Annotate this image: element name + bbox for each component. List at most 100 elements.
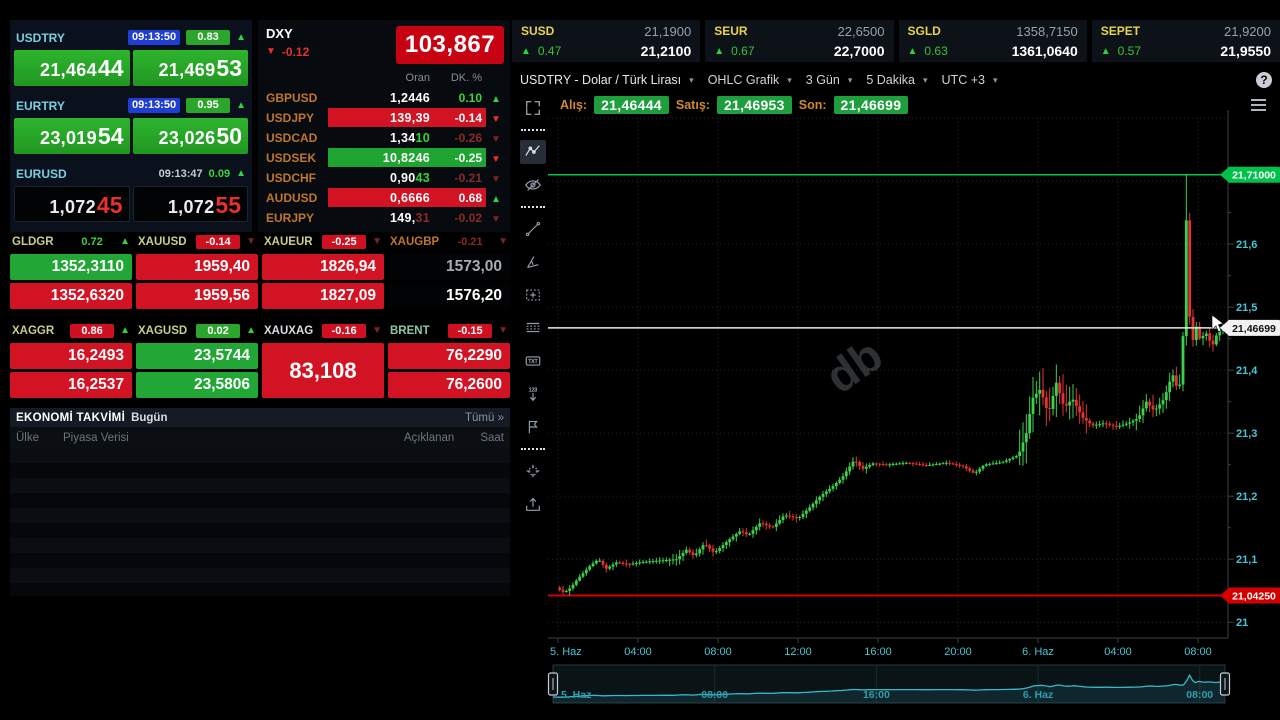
commodity-price-box[interactable]: 1959,56 xyxy=(136,283,258,309)
commodity-price-box[interactable]: 1352,6320 xyxy=(10,283,132,309)
x-axis-label: 08:00 xyxy=(704,646,732,658)
fx-change: -0.02 xyxy=(454,210,482,225)
quote-ask-box[interactable]: 1,072 55 xyxy=(132,186,248,222)
fx-change: -0.14 xyxy=(454,110,482,125)
commodity-change: 0.72 xyxy=(81,236,103,248)
dxy-rows: GBPUSD 1,2446 0.10 ▲ USDJPY 139,39 -0.14 ▼ USDCA… xyxy=(266,88,506,227)
commodity-brent[interactable]: BRENT -0.15 ▼ 76,2290 76,2600 xyxy=(388,323,510,398)
commodity-price-box[interactable]: 23,5806 xyxy=(136,372,258,398)
down-arrow-icon: ▼ xyxy=(372,325,382,336)
calendar-all-link[interactable]: Tümü » xyxy=(465,412,504,424)
up-arrow-icon: ▲ xyxy=(491,193,501,205)
navigator-label: 6. Haz xyxy=(1023,689,1053,701)
quote-change: 0.09 xyxy=(208,167,231,180)
up-arrow-icon: ▲ xyxy=(120,236,130,247)
fx-row-usdjpy[interactable]: USDJPY 139,39 -0.14 ▼ xyxy=(266,108,506,127)
quote-tile-eurtry[interactable]: EURTRY 09:13:50 0.95 ▲ 23,019 54 23,026 50 xyxy=(14,97,248,154)
commodity-price-box[interactable]: 1352,3110 xyxy=(10,254,132,280)
commodity-price-box[interactable]: 76,2600 xyxy=(388,372,510,398)
fx-rate: 10,8246 xyxy=(382,150,430,165)
commodity-xaugbp[interactable]: XAUGBP -0.21 ▼ 1573,00 1576,20 xyxy=(388,234,510,309)
commodity-price-box[interactable]: 1826,94 xyxy=(262,254,384,280)
commodity-price-box[interactable]: 1573,00 xyxy=(388,254,510,280)
up-arrow-icon: ▲ xyxy=(236,99,246,111)
navigator-label: 08:00 xyxy=(701,689,728,701)
commodity-xagusd[interactable]: XAGUSD 0.02 ▲ 23,5744 23,5806 xyxy=(136,323,258,398)
index-cell-sgld[interactable]: SGLD 1358,7150 ▲ 0.63 1361,0640 xyxy=(898,20,1087,62)
up-arrow-icon: ▲ xyxy=(236,167,246,179)
commodity-price-box[interactable]: 16,2493 xyxy=(10,343,132,369)
index-cell-seur[interactable]: SEUR 22,6500 ▲ 0.67 22,7000 xyxy=(705,20,894,62)
fx-row-usdsek[interactable]: USDSEK 10,8246 -0.25 ▼ xyxy=(266,148,506,167)
commodity-price-box[interactable]: 76,2290 xyxy=(388,343,510,369)
quote-bid-box[interactable]: 23,019 54 xyxy=(14,118,130,154)
quote-tile-eurusd[interactable]: EURUSD 09:13:47 0.09 ▲ 1,072 45 1,072 55 xyxy=(14,165,248,222)
commodity-price-box[interactable]: 1576,20 xyxy=(388,283,510,309)
commodity-label: BRENT xyxy=(390,325,430,337)
index-value: 1361,0640 xyxy=(1011,43,1078,59)
column-dk: DK. % xyxy=(450,72,482,84)
commodity-price-box[interactable]: 16,2537 xyxy=(10,372,132,398)
index-label: SUSD xyxy=(521,24,555,38)
index-cell-susd[interactable]: SUSD 21,1900 ▲ 0.47 21,2100 xyxy=(512,20,701,62)
quote-bid-box[interactable]: 21,464 44 xyxy=(14,50,130,86)
dxy-column-headers: Oran DK. % xyxy=(266,70,506,86)
fx-row-usdchf[interactable]: USDCHF 0,9043 -0.21 ▼ xyxy=(266,168,506,187)
fx-row-usdcad[interactable]: USDCAD 1,3410 -0.26 ▼ xyxy=(266,128,506,147)
fx-row-eurjpy[interactable]: EURJPY 149,31 -0.02 ▼ xyxy=(266,208,506,227)
quote-ask-box[interactable]: 23,026 50 xyxy=(132,118,248,154)
quote-time: 09:13:50 xyxy=(128,98,181,113)
fx-pair-label: USDCAD xyxy=(266,130,318,145)
x-axis-label: 12:00 xyxy=(784,646,812,658)
quote-tile-usdtry[interactable]: USDTRY 09:13:50 0.83 ▲ 21,464 44 21,469 53 xyxy=(14,29,248,86)
col-actual: Açıklanan xyxy=(403,431,455,444)
fx-change: -0.25 xyxy=(454,150,482,165)
price-chart[interactable]: db 21,6 21,5 21,4 21,3 21,2 21,1 21 5. Haz 04:00 0… xyxy=(510,65,1280,720)
trading-terminal: SUSD 21,1900 ▲ 0.47 21,2100 SEUR 22,6500 ▲ 0.67 2… xyxy=(0,0,1280,720)
up-arrow-icon: ▲ xyxy=(714,45,725,57)
commodity-xauusd[interactable]: XAUUSD -0.14 ▼ 1959,40 1959,56 xyxy=(136,234,258,309)
index-prev-value: 21,9200 xyxy=(1224,24,1271,39)
index-label: SEPET xyxy=(1100,24,1141,38)
navigator-label: 08:00 xyxy=(1186,689,1213,701)
y-axis-label: 21,6 xyxy=(1236,239,1257,251)
up-arrow-icon: ▲ xyxy=(246,325,256,336)
fx-pair-label: USDCHF xyxy=(266,170,316,185)
commodity-price-box[interactable]: 1959,40 xyxy=(136,254,258,280)
fx-row-gbpusd[interactable]: GBPUSD 1,2446 0.10 ▲ xyxy=(266,88,506,107)
commodity-label: GLDGR xyxy=(12,236,54,248)
price-badge: 21,71000 xyxy=(1232,170,1276,182)
up-arrow-icon: ▲ xyxy=(521,45,531,57)
commodity-label: XAUGBP xyxy=(390,236,440,248)
index-cell-sepet[interactable]: SEPET 21,9200 ▲ 0.57 21,9550 xyxy=(1091,20,1280,62)
y-axis-label: 21 xyxy=(1236,617,1248,629)
fx-rate: 139,39 xyxy=(389,110,430,125)
commodity-price-box[interactable]: 1827,09 xyxy=(262,283,384,309)
x-axis-label: 5. Haz xyxy=(550,646,582,658)
y-axis-label: 21,3 xyxy=(1236,428,1257,440)
commodity-xaggr[interactable]: XAGGR 0.86 ▲ 16,2493 16,2537 xyxy=(10,323,132,398)
quote-change: 0.95 xyxy=(186,98,231,113)
fx-change: -0.21 xyxy=(454,170,482,185)
quote-bid-box[interactable]: 1,072 45 xyxy=(14,186,130,222)
commodity-price-box[interactable]: 23,5744 xyxy=(136,343,258,369)
fx-row-audusd[interactable]: AUDUSD 0,6666 0.68 ▲ xyxy=(266,188,506,207)
commodity-label: XAUXAG xyxy=(264,325,314,337)
economic-calendar: EKONOMİ TAKVİMİ Bugün Tümü » Ülke Piyasa… xyxy=(10,408,510,596)
index-value: 21,2100 xyxy=(640,43,692,59)
commodity-gldgr[interactable]: GLDGR 0.72 ▲ 1352,3110 1352,6320 xyxy=(10,234,132,309)
x-axis-label: 16:00 xyxy=(864,646,892,658)
commodity-xauxag[interactable]: XAUXAG -0.16 ▼ 83,108 xyxy=(262,323,384,398)
commodity-xaueur[interactable]: XAUEUR -0.25 ▼ 1826,94 1827,09 xyxy=(262,234,384,309)
down-arrow-icon: ▼ xyxy=(498,236,508,247)
commodity-change: -0.21 xyxy=(457,236,483,248)
fx-pair-label: EURJPY xyxy=(266,210,315,225)
commodity-label: XAGGR xyxy=(12,325,55,337)
quote-time: 09:13:47 xyxy=(158,167,203,180)
quote-ask-box[interactable]: 21,469 53 xyxy=(132,50,248,86)
index-summary-bar: SUSD 21,1900 ▲ 0.47 21,2100 SEUR 22,6500 ▲ 0.67 2… xyxy=(512,20,1280,62)
quote-change: 0.83 xyxy=(186,30,231,45)
up-arrow-icon: ▲ xyxy=(907,45,918,57)
commodity-price-box[interactable]: 83,108 xyxy=(262,343,384,398)
index-change: ▲ 0.63 xyxy=(907,44,948,58)
